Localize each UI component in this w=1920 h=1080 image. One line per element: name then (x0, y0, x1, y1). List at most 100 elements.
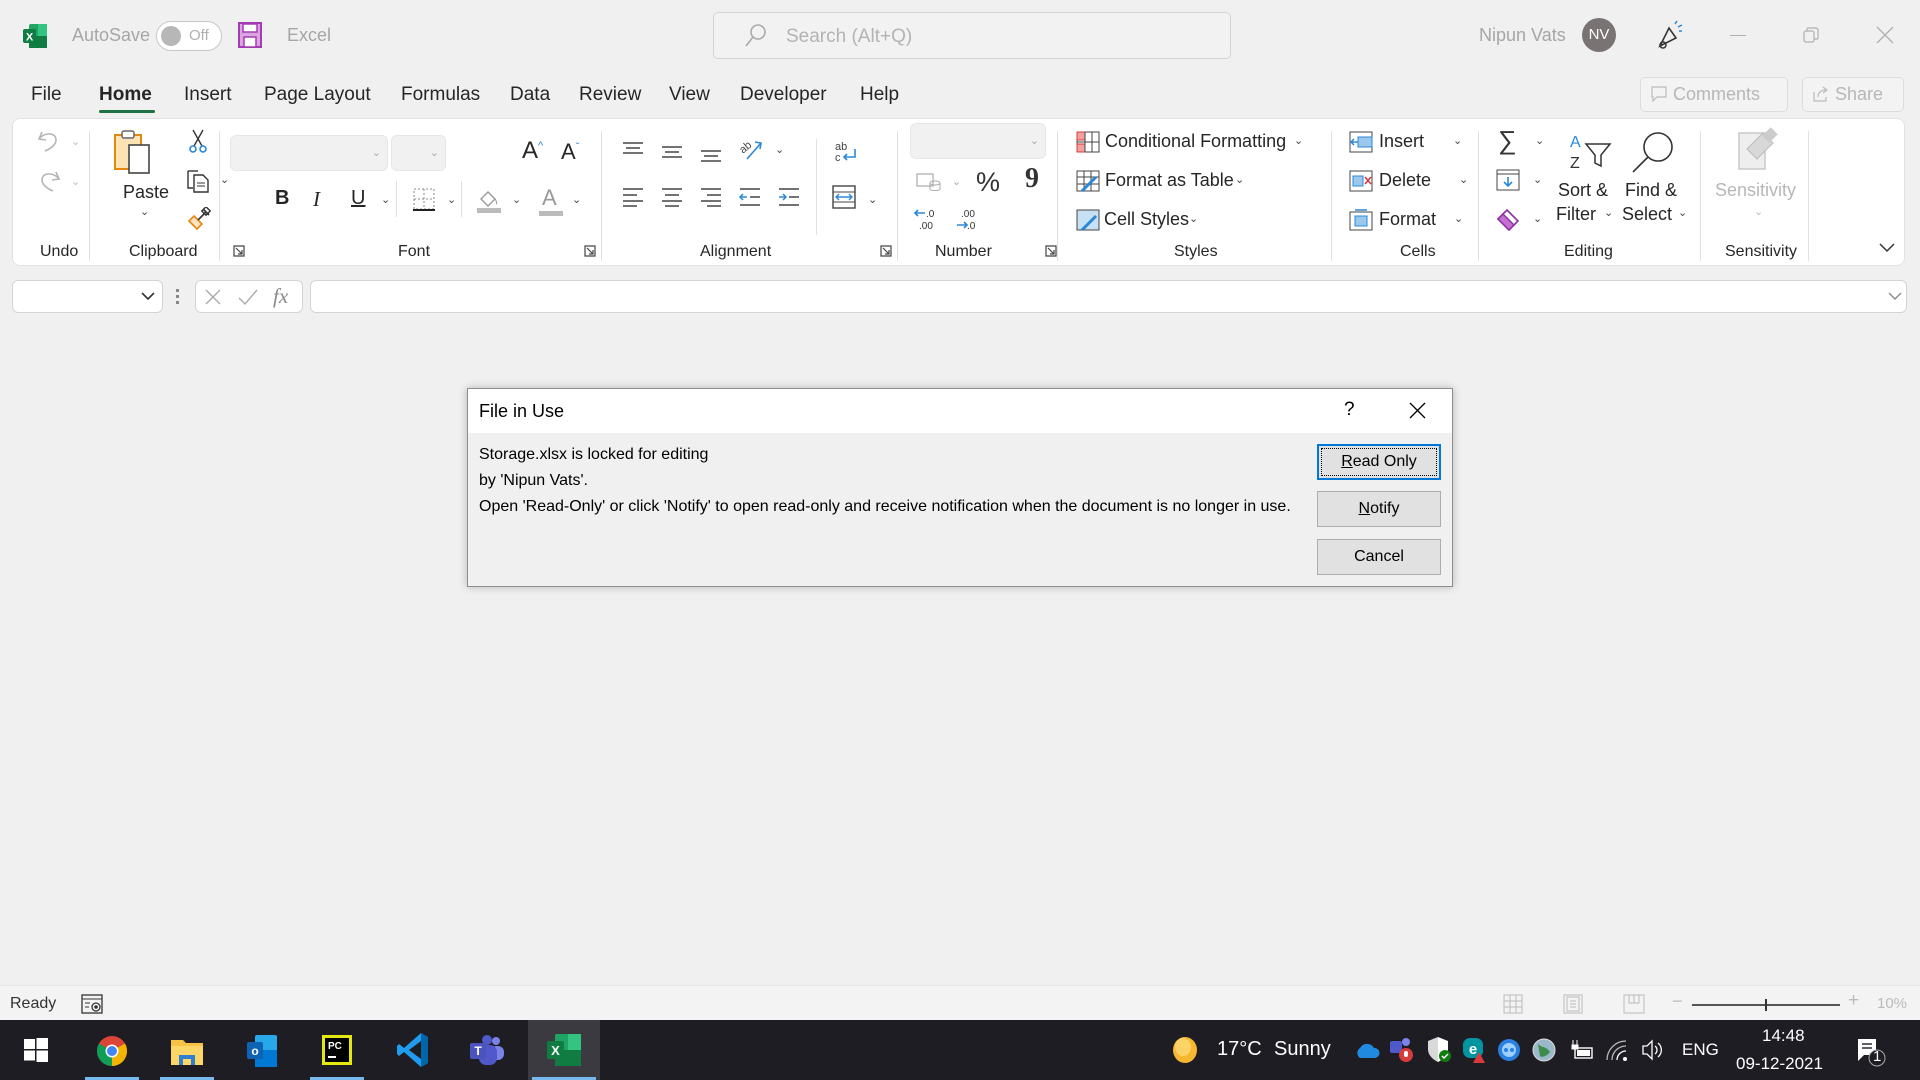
name-box[interactable] (12, 280, 163, 313)
bold-button[interactable]: B (275, 187, 289, 210)
paste-label[interactable]: Paste (123, 182, 169, 203)
format-cells-chevron[interactable]: ⌄ (1454, 212, 1463, 225)
teams-tray-icon[interactable] (1390, 1037, 1414, 1063)
find-select-label-line1[interactable]: Find & (1625, 180, 1677, 201)
windows-security-icon[interactable] (1427, 1036, 1451, 1064)
network-globe-icon[interactable] (1532, 1038, 1556, 1062)
expand-formula-bar-icon[interactable] (1888, 292, 1902, 301)
user-name[interactable]: Nipun Vats (1479, 25, 1566, 46)
copy-icon[interactable] (185, 167, 211, 193)
insert-function-button[interactable]: fx (273, 284, 288, 309)
autosum-icon[interactable]: ∑ (1498, 125, 1517, 156)
onedrive-icon[interactable] (1354, 1042, 1380, 1058)
format-as-table-button[interactable]: Format as Table (1105, 170, 1234, 191)
search-box[interactable]: Search (Alt+Q) (713, 12, 1231, 59)
comments-button[interactable]: Comments (1640, 77, 1788, 112)
autosave-toggle[interactable]: Off (156, 21, 222, 51)
tab-home[interactable]: Home (99, 84, 152, 106)
conditional-formatting-button[interactable]: Conditional Formatting (1105, 131, 1286, 152)
decrease-decimal-icon[interactable]: .00.0 (955, 205, 985, 233)
close-dialog-button[interactable] (1409, 402, 1426, 419)
number-format-combo[interactable]: ⌄ (910, 123, 1046, 159)
share-button[interactable]: Share (1802, 77, 1904, 112)
decrease-indent-icon[interactable] (738, 187, 762, 207)
font-color-dropdown-chevron[interactable]: ⌄ (572, 193, 581, 206)
orientation-icon[interactable]: ab (737, 137, 765, 161)
normal-view-icon[interactable] (1503, 994, 1523, 1014)
taskbar-vscode[interactable] (382, 1020, 444, 1080)
start-button[interactable] (4, 1020, 66, 1080)
notifications-icon[interactable]: 1 (1856, 1037, 1886, 1067)
italic-button[interactable]: I (313, 187, 320, 212)
tab-help[interactable]: Help (860, 84, 899, 106)
taskbar-pycharm[interactable]: PC (306, 1020, 368, 1080)
tab-view[interactable]: View (669, 84, 710, 106)
format-painter-icon[interactable] (187, 207, 211, 231)
undo-icon[interactable] (36, 129, 62, 153)
conditional-formatting-chevron[interactable]: ⌄ (1294, 134, 1303, 147)
delete-cells-chevron[interactable]: ⌄ (1459, 173, 1468, 186)
sort-filter-icon[interactable]: AZ (1568, 131, 1614, 171)
zoom-level[interactable]: 10% (1877, 995, 1907, 1012)
tab-page-layout[interactable]: Page Layout (264, 84, 371, 106)
save-icon[interactable] (238, 22, 262, 48)
format-as-table-icon[interactable] (1076, 170, 1100, 192)
zoom-in-button[interactable]: + (1848, 990, 1859, 1012)
conditional-formatting-icon[interactable] (1076, 131, 1100, 153)
tab-formulas[interactable]: Formulas (401, 84, 480, 106)
borders-icon[interactable] (413, 188, 435, 212)
cell-styles-button[interactable]: Cell Styles (1104, 209, 1189, 230)
find-select-label-line2[interactable]: Select (1622, 204, 1672, 225)
sort-filter-label-line1[interactable]: Sort & (1558, 180, 1608, 201)
tab-data[interactable]: Data (510, 84, 550, 106)
input-language[interactable]: ENG (1682, 1040, 1719, 1060)
feedback-megaphone-icon[interactable] (1656, 20, 1684, 50)
clear-eraser-icon[interactable] (1496, 207, 1522, 231)
wrap-text-icon[interactable]: ab c (833, 139, 859, 165)
sort-filter-chevron[interactable]: ⌄ (1604, 206, 1613, 219)
borders-dropdown-chevron[interactable]: ⌄ (447, 193, 456, 206)
undo-dropdown-chevron[interactable]: ⌄ (71, 135, 80, 148)
volume-icon[interactable] (1641, 1039, 1665, 1061)
zoom-slider-thumb[interactable] (1765, 999, 1767, 1011)
sort-filter-label-line2[interactable]: Filter (1556, 204, 1596, 225)
taskbar-teams[interactable]: T (456, 1020, 518, 1080)
fill-color-dropdown-chevron[interactable]: ⌄ (512, 193, 521, 206)
top-align-icon[interactable] (621, 141, 645, 159)
decrease-font-size-button[interactable]: Aˇ (561, 139, 579, 165)
paste-dropdown-chevron[interactable]: ⌄ (140, 205, 149, 218)
weather-temperature[interactable]: 17°C (1217, 1038, 1262, 1061)
minimize-button[interactable] (1730, 35, 1746, 36)
tab-insert[interactable]: Insert (184, 84, 232, 106)
find-select-chevron[interactable]: ⌄ (1678, 206, 1687, 219)
underline-button[interactable]: U (351, 187, 365, 210)
page-break-view-icon[interactable] (1623, 994, 1645, 1014)
eset-antivirus-icon[interactable]: e (1462, 1036, 1486, 1064)
page-layout-view-icon[interactable] (1563, 994, 1583, 1014)
delete-cells-icon[interactable] (1349, 170, 1373, 192)
align-center-icon[interactable] (660, 187, 684, 207)
close-window-button[interactable] (1876, 26, 1894, 44)
cell-styles-icon[interactable] (1076, 209, 1100, 231)
format-cells-button[interactable]: Format (1379, 209, 1436, 230)
insert-cells-button[interactable]: Insert (1379, 131, 1424, 152)
orientation-dropdown-chevron[interactable]: ⌄ (775, 143, 784, 156)
weather-sun-icon[interactable] (1172, 1036, 1198, 1064)
redo-dropdown-chevron[interactable]: ⌄ (71, 175, 80, 188)
increase-font-size-button[interactable]: A^ (522, 137, 543, 165)
increase-decimal-icon[interactable]: .0.00 (913, 205, 943, 233)
increase-indent-icon[interactable] (777, 187, 801, 207)
font-size-combo[interactable]: ⌄ (391, 135, 446, 171)
wifi-icon[interactable] (1606, 1040, 1628, 1062)
insert-cells-icon[interactable] (1349, 131, 1373, 153)
align-right-icon[interactable] (699, 187, 723, 207)
taskbar-file-explorer[interactable] (156, 1020, 218, 1080)
redo-icon[interactable] (36, 169, 62, 193)
clipboard-dialog-launcher-icon[interactable] (233, 245, 245, 257)
formula-bar-grip-icon[interactable] (176, 288, 180, 306)
battery-charging-icon[interactable] (1570, 1040, 1594, 1060)
alignment-dialog-launcher-icon[interactable] (880, 245, 892, 257)
sync-app-icon[interactable] (1497, 1038, 1521, 1062)
accessibility-checker-icon[interactable] (81, 994, 103, 1014)
insert-cells-chevron[interactable]: ⌄ (1453, 134, 1462, 147)
